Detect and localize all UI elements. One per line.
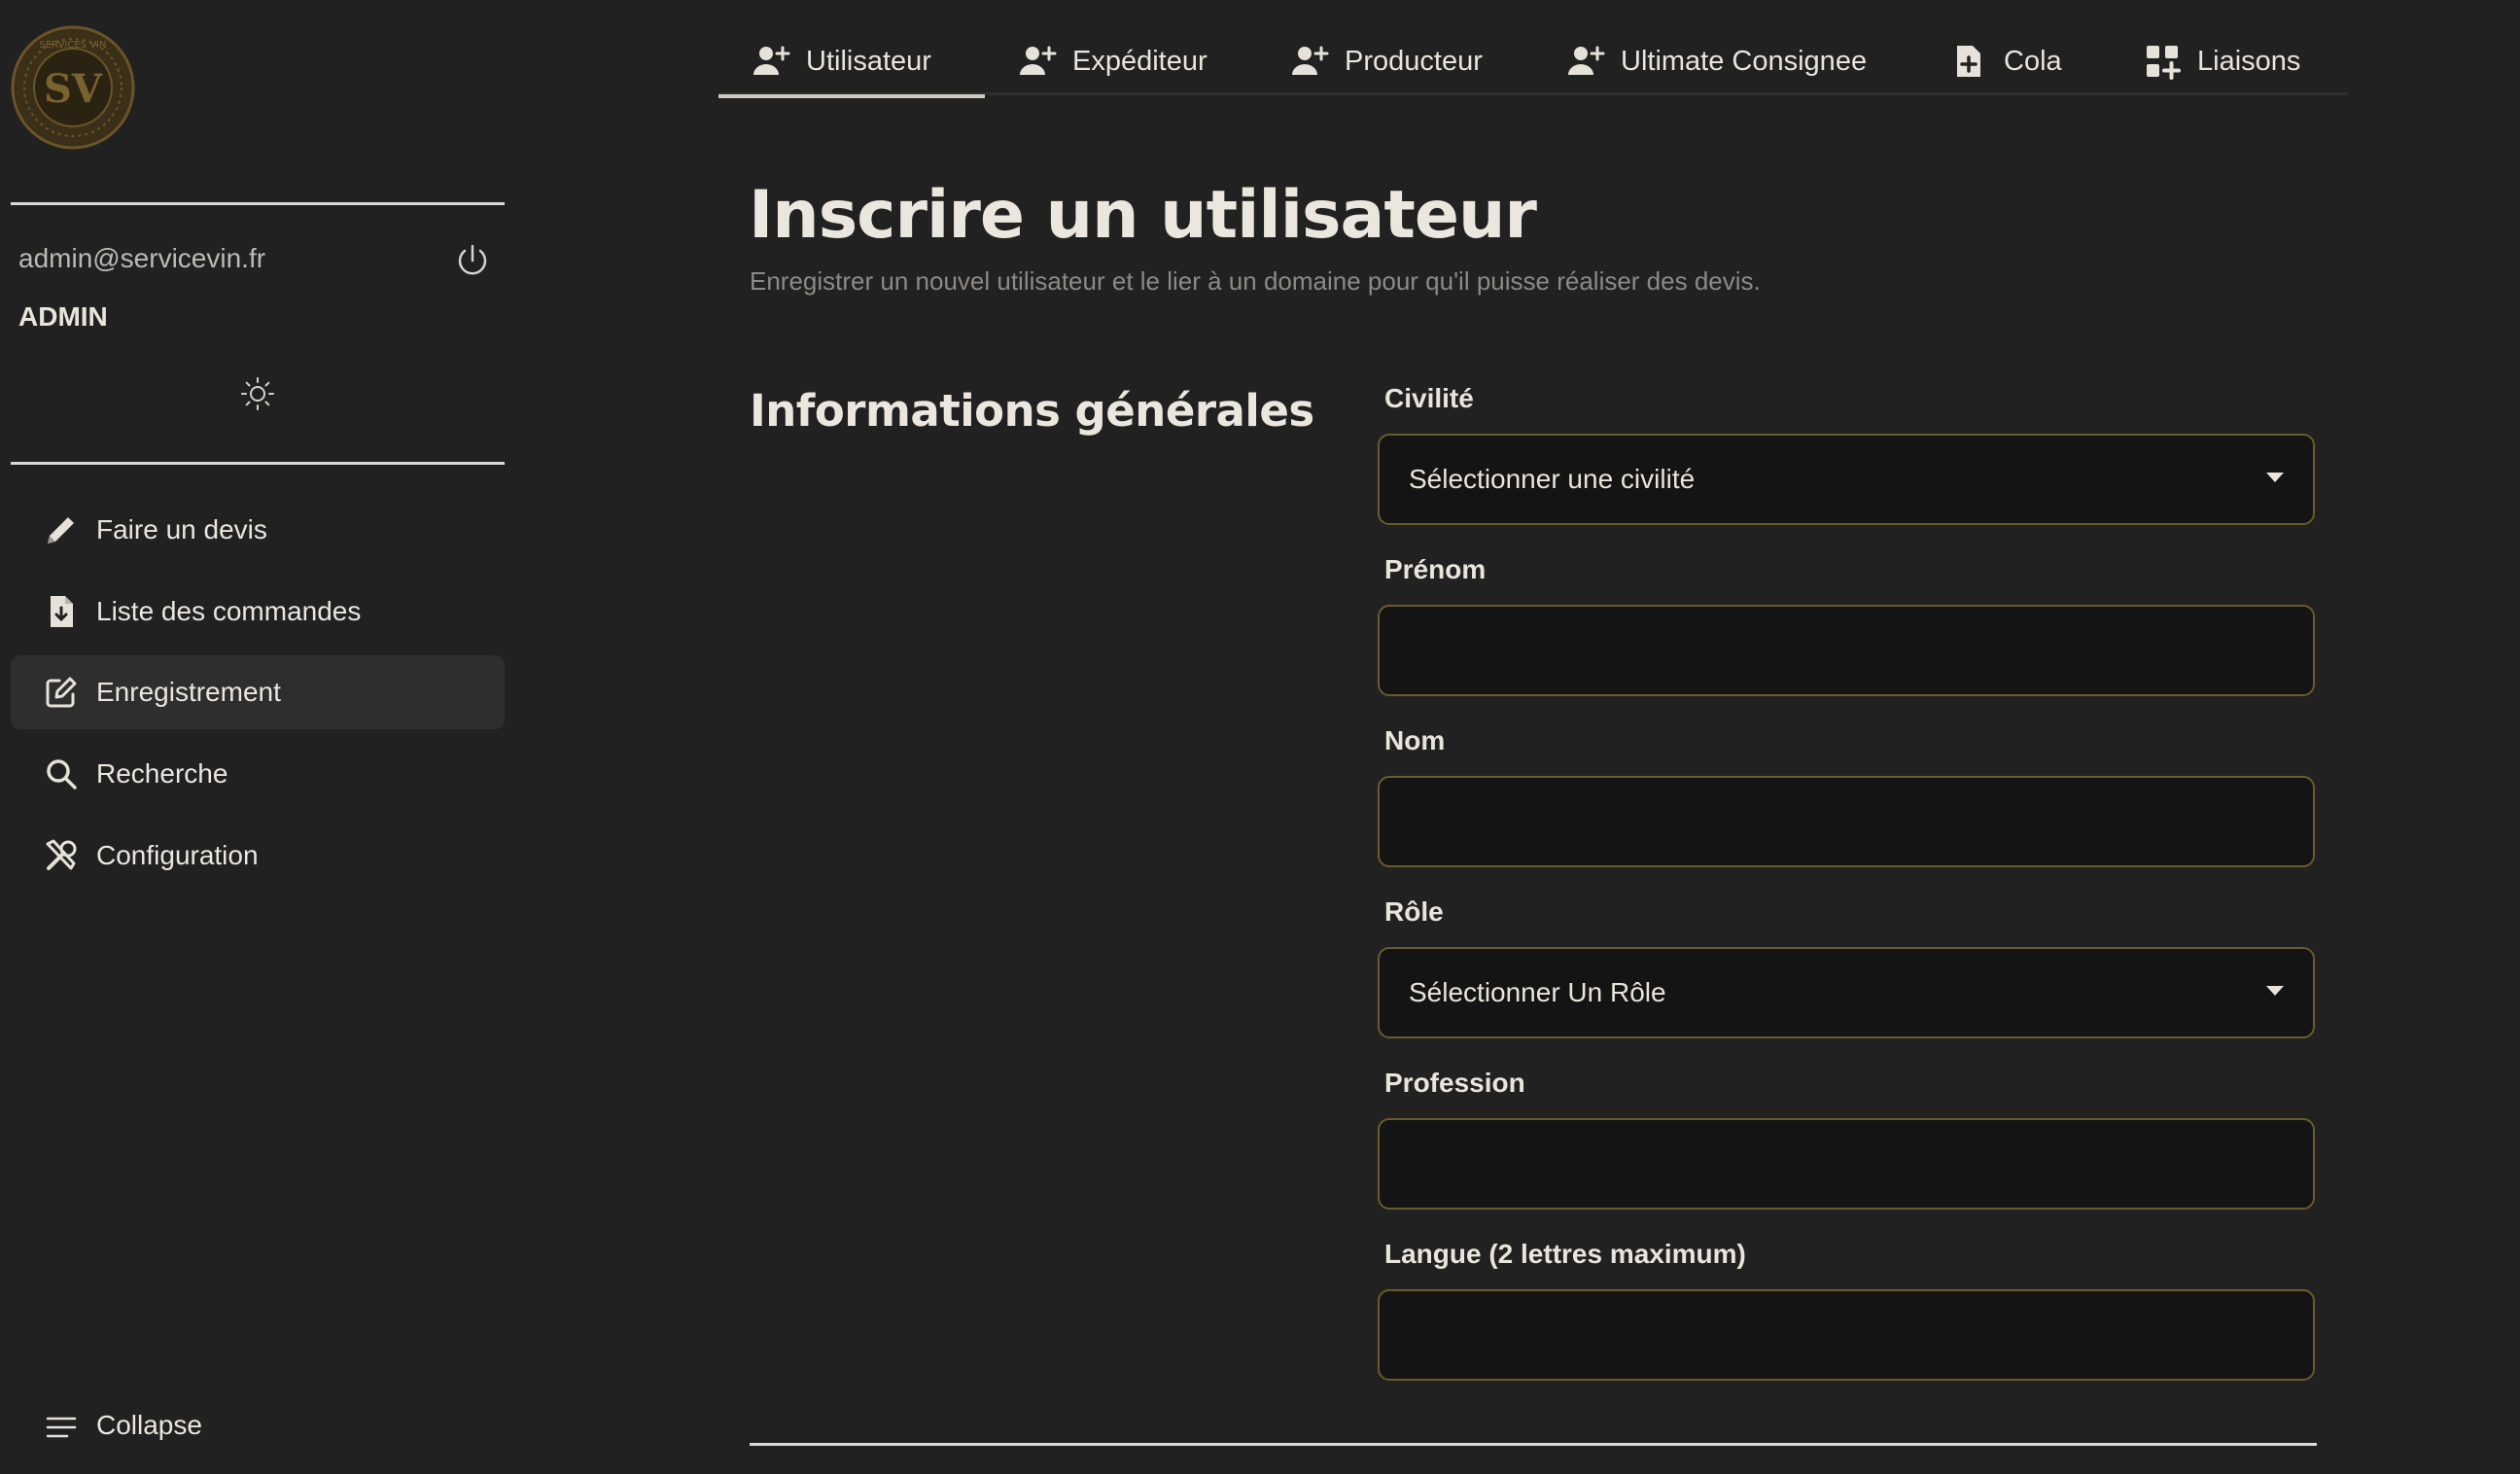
sidebar-item-configuration[interactable]: Configuration	[11, 819, 505, 893]
svg-text:SERVICES VIN: SERVICES VIN	[40, 40, 107, 51]
menu-lines-icon	[42, 1408, 81, 1447]
user-role: ADMIN	[18, 301, 108, 332]
sidebar-collapse-button[interactable]: Collapse	[11, 1390, 505, 1464]
sidebar: SV SERVICES VIN admin@servicevin.fr ADMI…	[0, 0, 515, 1474]
role-select-value: Sélectionner Un Rôle	[1409, 977, 1666, 1007]
pencil-icon	[42, 510, 81, 549]
profession-label: Profession	[1384, 1068, 1525, 1098]
tab-utilisateur[interactable]: Utilisateur	[718, 27, 985, 98]
section-title: Informations générales	[750, 385, 1314, 437]
sidebar-divider-top	[11, 202, 505, 205]
power-icon	[458, 244, 487, 275]
sidebar-divider-bottom	[11, 462, 505, 465]
logout-button[interactable]	[453, 241, 492, 280]
tools-icon	[42, 836, 81, 875]
tab-ultimate-consignee[interactable]: Ultimate Consignee	[1566, 27, 1867, 95]
section-divider	[750, 1443, 2317, 1446]
sidebar-item-label: Liste des commandes	[96, 596, 362, 626]
civilite-label: Civilité	[1384, 383, 1474, 413]
tab-liaisons[interactable]: Liaisons	[2143, 27, 2300, 95]
prenom-label: Prénom	[1384, 554, 1487, 584]
sidebar-item-liste-des-commandes[interactable]: Liste des commandes	[11, 575, 505, 649]
nom-label: Nom	[1384, 725, 1446, 755]
tab-label: Liaisons	[2197, 45, 2301, 77]
file-plus-icon	[1957, 46, 1980, 77]
tab-label: Expéditeur	[1072, 45, 1208, 77]
civilite-select-value: Sélectionner une civilité	[1409, 464, 1696, 494]
caret-down-icon	[2266, 473, 2284, 482]
civilite-select[interactable]: Sélectionner une civilité	[1378, 434, 2315, 525]
user-plus-icon	[1292, 46, 1329, 75]
tab-label: Ultimate Consignee	[1621, 45, 1868, 77]
tab-producteur[interactable]: Producteur	[1290, 27, 1483, 95]
profession-input[interactable]	[1378, 1118, 2315, 1210]
sidebar-item-recherche[interactable]: Recherche	[11, 737, 505, 811]
file-download-icon	[42, 592, 81, 631]
prenom-input[interactable]	[1378, 605, 2315, 696]
nom-input[interactable]	[1378, 776, 2315, 867]
tab-cola[interactable]: Cola	[1949, 27, 2062, 95]
tab-label: Cola	[2004, 45, 2062, 77]
user-plus-icon	[753, 46, 790, 75]
caret-down-icon	[2266, 986, 2284, 996]
grid-plus-icon	[2147, 46, 2181, 80]
services-vin-logo: SV SERVICES VIN	[10, 24, 136, 151]
role-label: Rôle	[1384, 896, 1444, 927]
tab-expediteur[interactable]: Expéditeur	[1018, 27, 1208, 95]
user-email: admin@servicevin.fr	[18, 243, 266, 273]
search-icon	[42, 755, 81, 793]
sidebar-item-label: Recherche	[96, 758, 228, 789]
sidebar-item-label: Configuration	[96, 840, 259, 870]
sidebar-item-faire-un-devis[interactable]: Faire un devis	[11, 493, 505, 567]
tab-label: Producteur	[1345, 45, 1483, 77]
collapse-label: Collapse	[96, 1410, 202, 1440]
page-title: Inscrire un utilisateur	[749, 177, 1537, 254]
langue-label: Langue (2 lettres maximum)	[1384, 1239, 1746, 1269]
edit-square-icon	[42, 673, 81, 712]
user-plus-icon	[1568, 46, 1605, 75]
sun-icon	[241, 377, 274, 410]
theme-toggle-button[interactable]	[238, 374, 277, 413]
user-plus-icon	[1020, 46, 1057, 75]
sidebar-item-enregistrement[interactable]: Enregistrement	[11, 655, 505, 729]
role-select[interactable]: Sélectionner Un Rôle	[1378, 947, 2315, 1038]
sidebar-item-label: Enregistrement	[96, 677, 281, 707]
page-subtitle: Enregistrer un nouvel utilisateur et le …	[750, 266, 1761, 296]
sidebar-item-label: Faire un devis	[96, 514, 267, 544]
registration-tabs: Utilisateur Expéditeur Producteur Ultima…	[718, 27, 2348, 98]
langue-input[interactable]	[1378, 1289, 2315, 1381]
tab-label: Utilisateur	[806, 45, 931, 77]
svg-text:SV: SV	[44, 66, 103, 112]
